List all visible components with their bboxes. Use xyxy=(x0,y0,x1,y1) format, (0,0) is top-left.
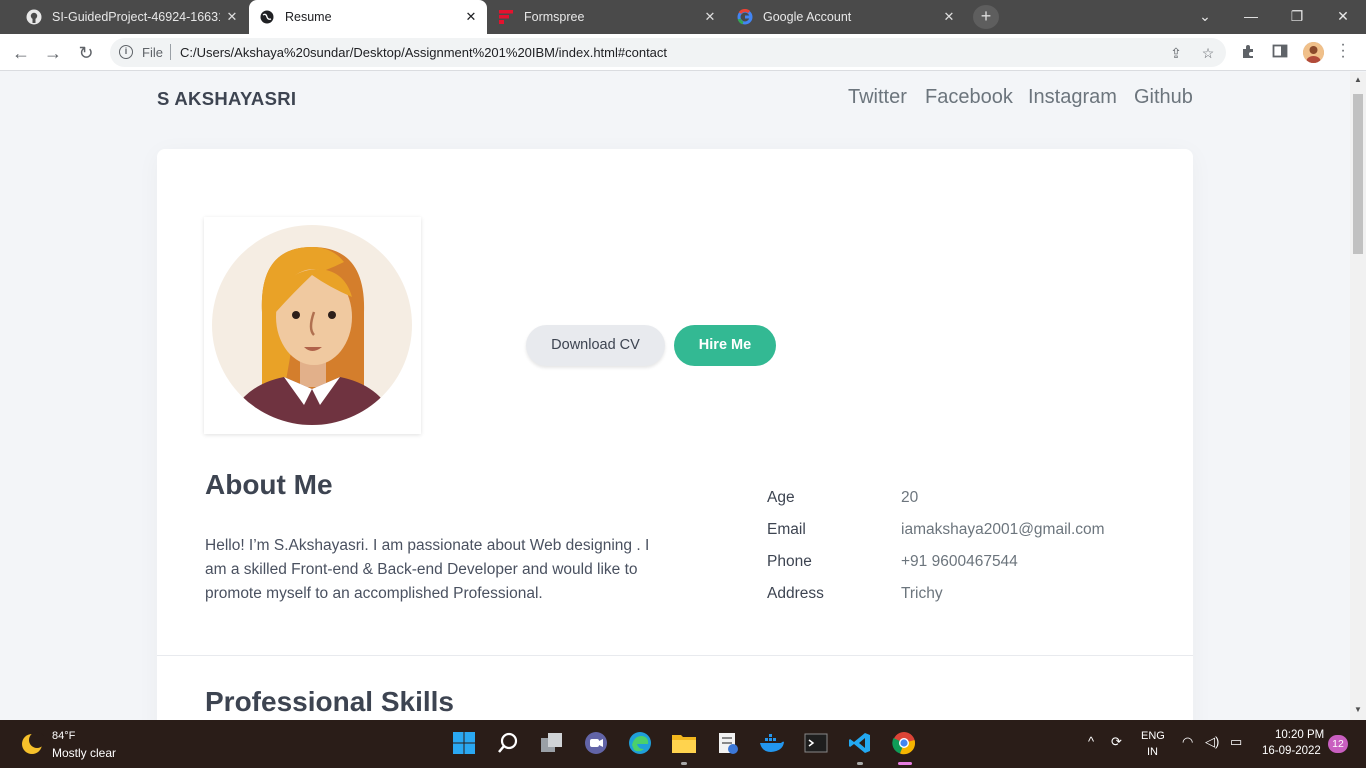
running-indicator xyxy=(857,762,863,765)
skills-heading: Professional Skills xyxy=(205,686,454,717)
github-icon xyxy=(26,9,42,25)
info-value-address: Trichy xyxy=(901,585,943,602)
notification-badge[interactable]: 12 xyxy=(1328,735,1348,753)
profile-avatar[interactable] xyxy=(1303,42,1324,63)
nav-link-twitter[interactable]: Twitter xyxy=(848,86,907,109)
scroll-up-icon[interactable]: ▲ xyxy=(1354,76,1362,84)
info-label-email: Email xyxy=(767,521,806,538)
info-value-age: 20 xyxy=(901,489,919,506)
close-icon[interactable]: ✕ xyxy=(698,9,722,25)
page-viewport: S AKSHAYASRI Twitter Facebook Instagram … xyxy=(0,72,1350,720)
tab-google-account[interactable]: Google Account ✕ xyxy=(727,0,965,34)
browser-tab-strip: SI-GuidedProject-46924-16631… ✕ Resume ✕… xyxy=(0,0,1366,34)
restore-icon[interactable]: ❐ xyxy=(1274,0,1320,34)
chrome-icon[interactable] xyxy=(891,730,917,756)
volume-icon[interactable]: ◁) xyxy=(1205,734,1219,750)
window-close-icon[interactable]: ✕ xyxy=(1320,0,1366,34)
google-icon xyxy=(737,9,753,25)
about-heading: About Me xyxy=(205,469,333,500)
info-label-age: Age xyxy=(767,489,795,506)
windows-start-icon[interactable] xyxy=(451,730,477,756)
teams-chat-icon[interactable] xyxy=(583,730,609,756)
new-tab-button[interactable]: + xyxy=(973,5,999,29)
info-icon[interactable]: i xyxy=(119,45,133,59)
hire-me-button[interactable]: Hire Me xyxy=(674,325,776,366)
info-value-phone[interactable]: +91 9600467544 xyxy=(901,553,1018,571)
download-cv-button[interactable]: Download CV xyxy=(526,325,665,366)
clock-time[interactable]: 10:20 PM xyxy=(1275,729,1324,741)
side-panel-icon[interactable] xyxy=(1270,43,1290,63)
scroll-down-icon[interactable]: ▼ xyxy=(1354,706,1362,714)
scheme-label: File xyxy=(142,45,163,60)
input-language[interactable]: ENG xyxy=(1141,730,1165,742)
extensions-icon[interactable] xyxy=(1238,43,1258,63)
terminal-icon[interactable] xyxy=(803,730,829,756)
weather-temp[interactable]: 84°F xyxy=(52,730,75,742)
minimize-icon[interactable]: — xyxy=(1228,0,1274,34)
omnibox[interactable]: i File C:/Users/Akshaya%20sundar/Desktop… xyxy=(110,38,1226,67)
profile-photo-frame xyxy=(204,217,421,434)
file-explorer-icon[interactable] xyxy=(671,730,697,756)
battery-icon[interactable]: ▭ xyxy=(1230,734,1242,750)
docker-icon[interactable] xyxy=(759,730,785,756)
os-taskbar: 84°F Mostly clear ^ ⟳ ENG IN ◠ ◁) ▭ 10:2… xyxy=(0,720,1366,768)
wifi-icon[interactable]: ◠ xyxy=(1182,734,1193,750)
task-view-icon[interactable] xyxy=(539,730,565,756)
omnibox-divider xyxy=(170,44,171,60)
clock-date[interactable]: 16-09-2022 xyxy=(1262,745,1321,757)
tab-github[interactable]: SI-GuidedProject-46924-16631… ✕ xyxy=(8,0,248,34)
back-icon[interactable]: ← xyxy=(8,40,34,66)
close-icon[interactable]: ✕ xyxy=(459,9,483,25)
nav-link-github[interactable]: Github xyxy=(1134,86,1193,109)
globe-icon xyxy=(259,9,275,25)
page-scrollbar[interactable]: ▲ ▼ xyxy=(1350,72,1366,720)
weather-moon-icon[interactable] xyxy=(20,732,45,756)
close-icon[interactable]: ✕ xyxy=(937,9,961,25)
share-icon[interactable]: ⇪ xyxy=(1167,44,1185,62)
info-value-email[interactable]: iamakshaya2001@gmail.com xyxy=(901,521,1105,539)
input-region[interactable]: IN xyxy=(1147,746,1158,758)
about-text: Hello! I’m S.Akshayasri. I am passionate… xyxy=(205,537,650,602)
url-text[interactable]: C:/Users/Akshaya%20sundar/Desktop/Assign… xyxy=(180,45,667,60)
profile-avatar-illustration xyxy=(212,225,412,425)
vscode-icon[interactable] xyxy=(847,730,873,756)
site-brand[interactable]: S AKSHAYASRI xyxy=(157,88,296,110)
menu-icon[interactable]: · · · xyxy=(1338,37,1348,65)
running-indicator xyxy=(681,762,687,765)
address-toolbar: ← → ↻ i File C:/Users/Akshaya%20sundar/D… xyxy=(0,34,1366,71)
bookmark-star-icon[interactable]: ☆ xyxy=(1199,44,1217,62)
section-divider xyxy=(157,655,1193,656)
tab-title: Formspree xyxy=(524,10,585,24)
edge-icon[interactable] xyxy=(627,730,653,756)
notepad-app-icon[interactable] xyxy=(715,730,741,756)
active-app-indicator xyxy=(898,762,912,765)
scroll-thumb[interactable] xyxy=(1353,94,1363,254)
tray-overflow-chevron-icon[interactable]: ^ xyxy=(1088,734,1094,749)
sync-icon[interactable]: ⟳ xyxy=(1111,734,1122,750)
tab-formspree[interactable]: Formspree ✕ xyxy=(488,0,726,34)
resume-card: Download CV Hire Me About Me Hello! I’m … xyxy=(157,149,1193,720)
search-icon[interactable] xyxy=(495,730,521,756)
formspree-icon xyxy=(498,9,514,25)
reload-icon[interactable]: ↻ xyxy=(73,40,99,66)
tab-title: SI-GuidedProject-46924-16631… xyxy=(52,10,220,24)
forward-icon[interactable]: → xyxy=(40,40,66,66)
close-icon[interactable]: ✕ xyxy=(220,9,244,25)
weather-desc[interactable]: Mostly clear xyxy=(52,746,116,760)
tab-search-icon[interactable]: ⌄ xyxy=(1182,0,1228,34)
tab-resume[interactable]: Resume ✕ xyxy=(249,0,487,34)
info-label-address: Address xyxy=(767,585,824,602)
info-label-phone: Phone xyxy=(767,553,812,570)
tab-title: Google Account xyxy=(763,10,852,24)
nav-link-instagram[interactable]: Instagram xyxy=(1028,86,1117,109)
tab-title: Resume xyxy=(285,10,332,24)
nav-link-facebook[interactable]: Facebook xyxy=(925,86,1013,109)
